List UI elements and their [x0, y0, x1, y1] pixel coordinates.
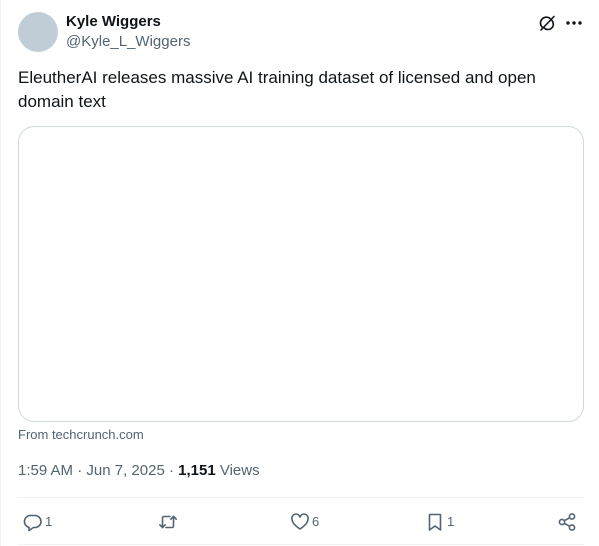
tweet-time[interactable]: 1:59 AM — [18, 462, 73, 479]
meta-separator: · — [164, 462, 179, 479]
reply-button[interactable]: 1 — [23, 510, 52, 534]
like-button[interactable]: 6 — [290, 510, 319, 534]
divider — [18, 544, 584, 545]
link-card[interactable] — [18, 126, 584, 422]
tweet: Kyle Wiggers @Kyle_L_Wiggers EleutherAI … — [0, 0, 599, 546]
retweet-icon — [158, 512, 178, 532]
bookmark-icon — [425, 512, 445, 532]
author-name[interactable]: Kyle Wiggers — [66, 13, 161, 31]
more-icon[interactable] — [564, 13, 584, 33]
reply-icon — [23, 512, 43, 532]
reply-count: 1 — [45, 514, 53, 529]
avatar[interactable] — [18, 12, 58, 52]
like-count: 6 — [312, 514, 320, 529]
bookmark-button[interactable]: 1 — [425, 510, 454, 534]
tweet-date[interactable]: Jun 7, 2025 — [86, 462, 164, 479]
author-handle[interactable]: @Kyle_L_Wiggers — [66, 33, 190, 51]
grok-icon[interactable] — [537, 13, 557, 33]
tweet-meta: 1:59 AM · Jun 7, 2025 · 1,151 Views — [18, 462, 260, 480]
meta-separator: · — [73, 462, 87, 479]
retweet-button[interactable] — [158, 510, 180, 534]
views-label: Views — [215, 462, 260, 479]
share-button[interactable] — [557, 510, 577, 534]
share-icon — [557, 512, 577, 532]
card-source[interactable]: From techcrunch.com — [18, 427, 144, 443]
divider — [18, 497, 584, 498]
heart-icon — [290, 512, 310, 532]
bookmark-count: 1 — [447, 514, 455, 529]
tweet-text: EleutherAI releases massive AI training … — [18, 68, 536, 111]
views-count: 1,151 — [178, 462, 216, 479]
